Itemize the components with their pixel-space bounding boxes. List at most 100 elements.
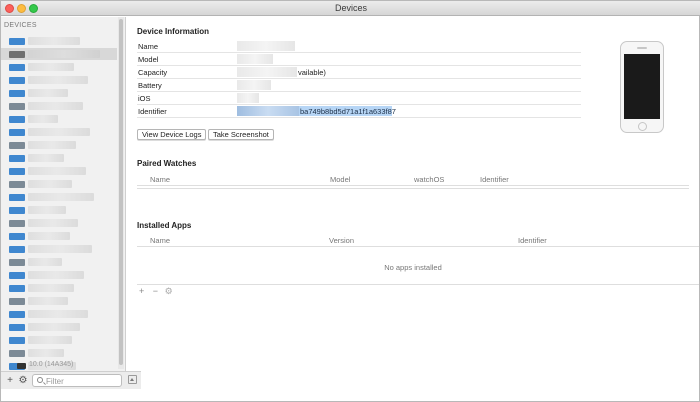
- column-header-version[interactable]: Version: [329, 236, 354, 245]
- phone-icon: [9, 51, 25, 58]
- info-row-ios: iOS: [137, 92, 581, 105]
- info-label: Battery: [138, 81, 162, 90]
- redacted-device-name: [28, 323, 80, 331]
- apps-toolbar: + − ⚙: [139, 286, 173, 297]
- device-list-item[interactable]: [1, 295, 117, 307]
- add-app-button[interactable]: +: [139, 286, 144, 296]
- device-list-item[interactable]: [1, 100, 117, 112]
- phone-icon: [9, 298, 25, 305]
- search-icon: [37, 377, 43, 383]
- phone-icon: [9, 207, 25, 214]
- redacted-device-name: [28, 128, 90, 136]
- view-device-logs-button[interactable]: View Device Logs: [137, 129, 207, 140]
- add-device-button[interactable]: +: [4, 375, 16, 387]
- info-row-battery: Battery: [137, 79, 581, 92]
- redacted-device-name: [28, 336, 72, 344]
- redacted-value: [237, 93, 259, 103]
- device-list-item[interactable]: [1, 334, 117, 346]
- sidebar-header: DEVICES: [4, 22, 37, 29]
- device-list-item[interactable]: [1, 230, 117, 242]
- phone-icon: [9, 90, 25, 97]
- column-header-name[interactable]: Name: [150, 236, 170, 245]
- redacted-device-name: [28, 349, 64, 357]
- scrollbar-thumb[interactable]: [119, 19, 123, 365]
- device-list-item[interactable]: [1, 61, 117, 73]
- device-list-item[interactable]: [1, 126, 117, 138]
- paired-watches-header: Name Model watchOS Identifier: [137, 174, 689, 186]
- phone-icon: [9, 64, 25, 71]
- column-header-name[interactable]: Name: [150, 175, 170, 184]
- device-list-item[interactable]: [1, 178, 117, 190]
- device-list-item[interactable]: [1, 87, 117, 99]
- device-list-item[interactable]: [1, 347, 117, 359]
- column-header-identifier[interactable]: Identifier: [480, 175, 509, 184]
- window-title: Devices: [334, 3, 367, 13]
- phone-icon: [9, 272, 25, 279]
- sidebar-scrollbar[interactable]: [118, 17, 124, 369]
- device-list-item[interactable]: [1, 269, 117, 281]
- device-list-item[interactable]: 10.0 (14A345): [17, 361, 117, 371]
- device-list-item[interactable]: [1, 217, 117, 229]
- device-list-item[interactable]: [1, 74, 117, 86]
- phone-icon: [9, 38, 25, 45]
- column-header-model[interactable]: Model: [330, 175, 350, 184]
- device-list-item[interactable]: [1, 256, 117, 268]
- redacted-device-name: [28, 89, 68, 97]
- phone-icon: [9, 233, 25, 240]
- phone-icon: [9, 77, 25, 84]
- device-list-item[interactable]: [1, 165, 117, 177]
- info-row-identifier: Identifier ba749b8bd5d71a1f1a633f87: [137, 105, 581, 118]
- info-row-name: Name: [137, 40, 581, 53]
- filter-field[interactable]: [32, 374, 122, 387]
- take-screenshot-button[interactable]: Take Screenshot: [208, 129, 274, 140]
- installed-apps-divider: [137, 284, 699, 285]
- device-list-item[interactable]: [1, 321, 117, 333]
- device-list-item[interactable]: [1, 243, 117, 255]
- device-list-item[interactable]: [1, 152, 117, 164]
- device-list-item[interactable]: [1, 113, 117, 125]
- phone-screen: [624, 54, 660, 119]
- phone-icon: [9, 259, 25, 266]
- redacted-value: [237, 80, 271, 90]
- phone-icon: [9, 103, 25, 110]
- device-list-item[interactable]: [1, 204, 117, 216]
- device-list-item[interactable]: [1, 35, 117, 47]
- filter-input[interactable]: [46, 376, 118, 386]
- title-bar: Devices: [1, 1, 700, 16]
- device-list-item[interactable]: [1, 48, 117, 60]
- redacted-device-name: [28, 297, 68, 305]
- info-label: iOS: [138, 94, 151, 103]
- redacted-device-name: [28, 102, 83, 110]
- redacted-device-name: [28, 271, 84, 279]
- gear-icon[interactable]: ⚙: [17, 375, 29, 387]
- column-header-watchos[interactable]: watchOS: [414, 175, 444, 184]
- redacted-device-name: [28, 76, 88, 84]
- info-label: Identifier: [138, 107, 167, 116]
- phone-icon: [9, 181, 25, 188]
- phone-illustration: [620, 41, 664, 133]
- redacted-value: [237, 67, 297, 77]
- info-label: Name: [138, 42, 159, 51]
- info-value: vailable): [298, 68, 326, 77]
- redacted-device-name: [28, 50, 100, 58]
- phone-icon: [9, 168, 25, 175]
- column-header-identifier[interactable]: Identifier: [518, 236, 547, 245]
- device-list-item[interactable]: [1, 191, 117, 203]
- remove-app-button[interactable]: −: [153, 286, 158, 296]
- installed-apps-title: Installed Apps: [137, 221, 192, 230]
- device-list-item[interactable]: [1, 308, 117, 320]
- devices-window: Devices DEVICES 10.0 (14A345) + ⚙ Device…: [0, 0, 700, 402]
- redacted-device-name: [28, 219, 78, 227]
- redacted-value: [237, 54, 273, 64]
- gear-icon[interactable]: ⚙: [165, 286, 173, 296]
- phone-icon: [9, 129, 25, 136]
- redacted-device-name: [28, 232, 70, 240]
- phone-icon: [9, 116, 25, 123]
- redacted-device-name: [28, 180, 72, 188]
- device-information-title: Device Information: [137, 27, 210, 36]
- identifier-value[interactable]: ba749b8bd5d71a1f1a633f87: [300, 107, 396, 116]
- device-list-item[interactable]: [1, 282, 117, 294]
- device-list-item[interactable]: [1, 139, 117, 151]
- redacted-device-name: [28, 37, 80, 45]
- redacted-device-name: [28, 310, 88, 318]
